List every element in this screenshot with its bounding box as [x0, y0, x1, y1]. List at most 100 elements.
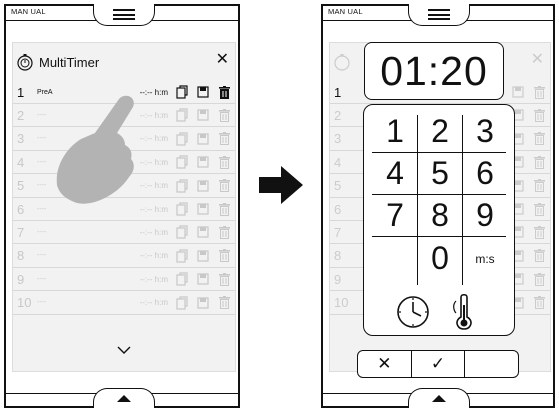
trash-icon — [532, 296, 546, 310]
floppy-icon[interactable] — [196, 108, 210, 122]
copy-icon[interactable] — [175, 178, 189, 193]
floppy-icon[interactable] — [196, 85, 210, 99]
floppy-icon[interactable] — [196, 249, 210, 263]
trash-icon[interactable] — [217, 179, 231, 193]
right-device: MAN UAL ✕ 1 2 3 4 5 6 7 8 9 10 01:20 1 2 3 4 5 6 … — [321, 4, 555, 408]
trash-icon — [532, 179, 546, 193]
row-number: 1 — [17, 84, 25, 100]
close-icon[interactable]: ✕ — [216, 49, 229, 69]
row-number: 3 — [17, 131, 25, 147]
trash-icon[interactable] — [217, 225, 231, 239]
copy-icon[interactable] — [175, 85, 189, 99]
key-3[interactable]: 3 — [461, 111, 509, 152]
left-device: MAN UAL MultiTimer ✕ 1 PreA --:-- h:m 2 ----… — [4, 4, 240, 408]
row-number: 9 — [17, 271, 25, 287]
row-number: 6 — [17, 201, 25, 217]
floppy-icon[interactable] — [196, 179, 210, 193]
row-number: 2 — [334, 107, 342, 123]
table-row[interactable]: 7 ---- --:-- h:m — [13, 221, 235, 245]
core-probe-icon[interactable] — [452, 293, 478, 331]
chevron-down-icon[interactable] — [117, 341, 131, 359]
table-row[interactable]: 10 ---- --:-- h:m — [13, 292, 235, 315]
row-number: 4 — [334, 154, 342, 170]
copy-icon[interactable] — [175, 295, 189, 310]
floppy-icon[interactable] — [196, 155, 210, 169]
copy-icon[interactable] — [175, 249, 189, 263]
copy-icon[interactable] — [175, 272, 189, 286]
floppy-icon — [511, 85, 525, 99]
arrow-up-icon — [117, 395, 131, 402]
multitimer-panel: MultiTimer ✕ 1 PreA --:-- h:m 2 ---- --:-- h:… — [12, 42, 236, 372]
key-4[interactable]: 4 — [371, 153, 419, 194]
row-number: 3 — [334, 131, 342, 147]
row-name: ---- — [37, 252, 47, 260]
row-number: 6 — [334, 201, 342, 217]
bottom-tab-button[interactable] — [93, 388, 155, 408]
key-0[interactable]: 0 — [416, 238, 464, 279]
panel-title: MultiTimer — [39, 54, 100, 70]
trash-icon — [532, 202, 546, 216]
empty-action-slot[interactable] — [465, 351, 518, 377]
key-7[interactable]: 7 — [371, 195, 419, 236]
row-time[interactable]: --:-- h:m — [128, 275, 168, 284]
row-time[interactable]: --:-- h:m — [128, 251, 168, 260]
row-name: ---- — [37, 299, 47, 307]
clock-icon[interactable] — [396, 295, 430, 329]
action-bar: ✕ ✓ — [357, 350, 519, 378]
check-icon[interactable]: ✓ — [412, 351, 466, 377]
floppy-icon[interactable] — [196, 272, 210, 286]
floppy-icon[interactable] — [196, 132, 210, 146]
key-5[interactable]: 5 — [416, 153, 464, 194]
key-2[interactable]: 2 — [416, 111, 464, 152]
trash-icon[interactable] — [217, 85, 231, 99]
copy-icon[interactable] — [175, 155, 189, 169]
bottom-tab-button[interactable] — [408, 388, 470, 408]
trash-icon — [532, 85, 546, 99]
row-number: 8 — [334, 248, 342, 264]
key-unit-toggle[interactable]: m:s — [461, 238, 509, 279]
table-row[interactable]: 9 ---- --:-- h:m — [13, 268, 235, 292]
row-time[interactable]: --:-- h:m — [128, 228, 168, 237]
menu-button[interactable] — [408, 4, 470, 26]
floppy-icon[interactable] — [196, 296, 210, 310]
copy-icon[interactable] — [175, 202, 189, 216]
trash-icon[interactable] — [217, 108, 231, 122]
x-icon[interactable]: ✕ — [358, 351, 412, 377]
trash-icon — [532, 225, 546, 239]
floppy-icon[interactable] — [196, 225, 210, 239]
copy-icon[interactable] — [175, 108, 189, 122]
table-row[interactable]: 8 ---- --:-- h:m — [13, 245, 235, 268]
trash-icon[interactable] — [217, 132, 231, 146]
trash-icon[interactable] — [217, 296, 231, 310]
row-time[interactable]: --:-- h:m — [128, 298, 168, 307]
copy-icon[interactable] — [175, 225, 189, 239]
row-number: 5 — [17, 178, 25, 194]
key-1[interactable]: 1 — [371, 111, 419, 152]
trash-icon — [532, 249, 546, 263]
key-6[interactable]: 6 — [461, 153, 509, 194]
row-number: 8 — [17, 248, 25, 264]
hamburger-icon — [428, 9, 450, 20]
stopwatch-icon — [17, 54, 33, 71]
menu-button[interactable] — [93, 4, 155, 26]
copy-icon[interactable] — [175, 132, 189, 146]
trash-icon[interactable] — [217, 202, 231, 216]
pointing-hand-icon — [56, 95, 134, 204]
floppy-icon[interactable] — [196, 202, 210, 216]
hamburger-icon — [113, 9, 135, 20]
trash-icon — [532, 155, 546, 169]
keypad-divider — [372, 236, 506, 237]
row-number: 4 — [17, 154, 25, 170]
key-8[interactable]: 8 — [416, 195, 464, 236]
trash-icon[interactable] — [217, 155, 231, 169]
mode-label: MAN UAL — [328, 7, 363, 16]
trash-icon[interactable] — [217, 249, 231, 263]
trash-icon[interactable] — [217, 272, 231, 286]
row-name: ---- — [37, 228, 47, 236]
numeric-keypad: 1 2 3 4 5 6 7 8 9 0 m:s — [363, 104, 515, 336]
panel-header: MultiTimer — [16, 53, 99, 71]
row-number: 10 — [334, 295, 349, 311]
trash-icon — [532, 272, 546, 286]
key-9[interactable]: 9 — [461, 195, 509, 236]
row-number: 7 — [17, 224, 25, 240]
